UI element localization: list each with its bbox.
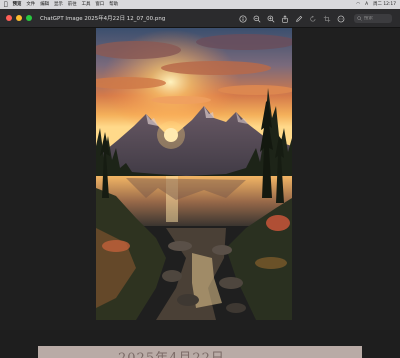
- zoom-out-icon[interactable]: [252, 14, 261, 23]
- menu-item-edit[interactable]: 编辑: [40, 0, 49, 9]
- menu-item-window[interactable]: 窗口: [95, 0, 104, 9]
- menu-item-file[interactable]: 文件: [26, 0, 35, 9]
- toolbar: [238, 9, 392, 28]
- menu-item-app[interactable]: 预览: [13, 0, 22, 9]
- status-area: ◠ A 周二 12:17: [356, 0, 396, 9]
- menu-item-go[interactable]: 前往: [68, 0, 77, 9]
- window-controls: [6, 15, 32, 21]
- search-icon: [357, 16, 362, 21]
- more-icon[interactable]: [336, 14, 345, 23]
- menu-item-tools[interactable]: 工具: [82, 0, 91, 9]
- minimize-button[interactable]: [16, 15, 22, 21]
- input-method-indicator[interactable]: A: [365, 0, 368, 9]
- info-icon[interactable]: [238, 14, 247, 23]
- wifi-icon[interactable]: ◠: [356, 0, 360, 9]
- menu-bar:  预览 文件 编辑 显示 前往 工具 窗口 帮助 ◠ A 周二 12:17: [0, 0, 400, 9]
- search-field[interactable]: [354, 14, 392, 23]
- next-image-preview[interactable]: 2025年4月22日: [38, 346, 362, 358]
- menu-item-view[interactable]: 显示: [54, 0, 63, 9]
- share-icon[interactable]: [280, 14, 289, 23]
- markup-icon[interactable]: [294, 14, 303, 23]
- fullscreen-button[interactable]: [26, 15, 32, 21]
- clock[interactable]: 周二 12:17: [373, 0, 396, 9]
- displayed-image: [96, 28, 292, 320]
- sunset-landscape-image: [96, 28, 292, 320]
- close-button[interactable]: [6, 15, 12, 21]
- apple-menu-icon[interactable]: : [4, 0, 8, 9]
- title-bar: ChatGPT Image 2025年4月22日 12_07_00.png: [0, 9, 400, 28]
- image-viewer[interactable]: 2025年4月22日: [0, 28, 400, 358]
- zoom-in-icon[interactable]: [266, 14, 275, 23]
- crop-icon[interactable]: [322, 14, 331, 23]
- search-input[interactable]: [364, 16, 392, 21]
- rotate-icon[interactable]: [308, 14, 317, 23]
- window-title: ChatGPT Image 2025年4月22日 12_07_00.png: [40, 16, 166, 22]
- next-image-caption: 2025年4月22日: [118, 347, 225, 358]
- menu-item-help[interactable]: 帮助: [109, 0, 118, 9]
